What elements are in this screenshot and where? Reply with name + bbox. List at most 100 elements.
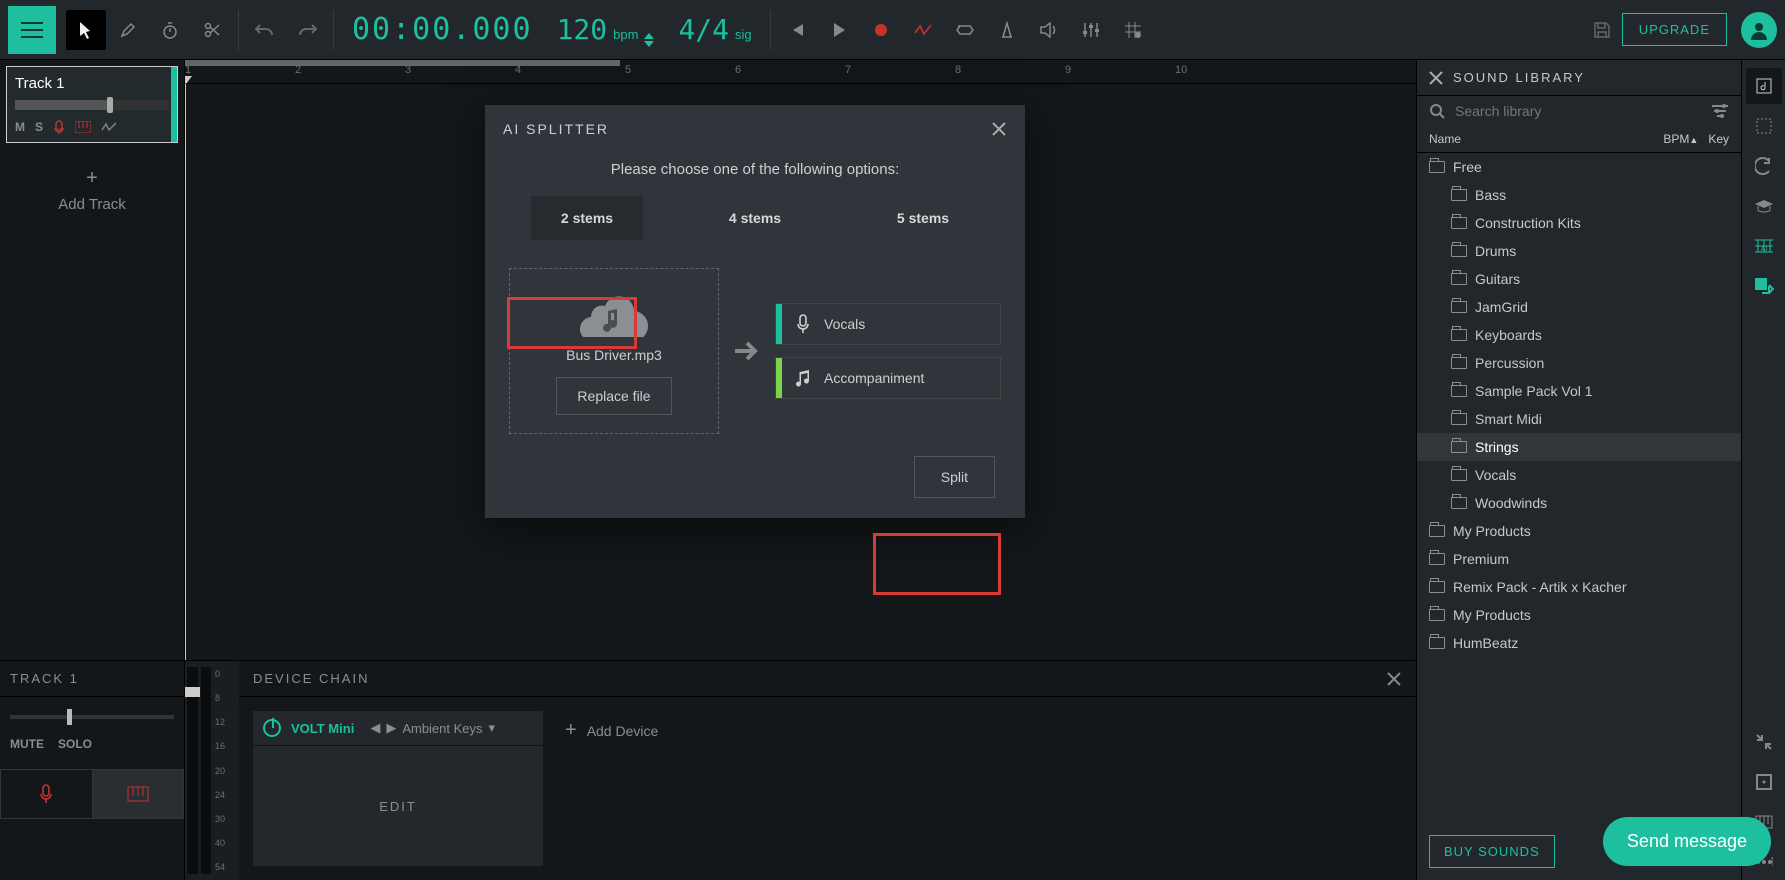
column-bpm[interactable]: BPM▲ (1663, 132, 1698, 146)
track-name[interactable]: Track 1 (15, 75, 169, 92)
dock-pan-slider[interactable] (10, 715, 174, 719)
library-item[interactable]: My Products (1417, 601, 1741, 629)
pencil-tool[interactable] (108, 10, 148, 50)
rail-ai-button[interactable]: AI (1746, 228, 1782, 264)
close-library-button[interactable] (1429, 71, 1443, 85)
preset-prev[interactable]: ◀ (370, 720, 380, 736)
loop-button[interactable] (945, 10, 985, 50)
library-search-input[interactable] (1453, 102, 1703, 120)
stems-4-tab[interactable]: 4 stems (699, 196, 811, 240)
library-item[interactable]: Free (1417, 153, 1741, 181)
modal-close-button[interactable] (991, 121, 1007, 137)
preset-name[interactable]: Ambient Keys (402, 721, 482, 736)
dock-solo-button[interactable]: SOLO (58, 737, 92, 751)
preset-next[interactable]: ▶ (386, 720, 396, 736)
user-avatar[interactable] (1741, 12, 1777, 48)
upgrade-button[interactable]: UPGRADE (1622, 13, 1727, 46)
library-item[interactable]: Drums (1417, 237, 1741, 265)
split-button[interactable]: Split (914, 456, 995, 498)
rewind-button[interactable] (777, 10, 817, 50)
save-button[interactable] (1582, 10, 1622, 50)
stems-5-tab[interactable]: 5 stems (867, 196, 979, 240)
undo-button[interactable] (245, 10, 285, 50)
menu-button[interactable] (8, 6, 56, 54)
stem-vocals-row[interactable]: Vocals (775, 303, 1001, 345)
loop-region[interactable] (185, 60, 620, 66)
device-card[interactable]: VOLT Mini ◀ ▶ Ambient Keys ▾ EDIT (253, 711, 543, 866)
close-chain-button[interactable] (1387, 672, 1401, 686)
library-item[interactable]: Vocals (1417, 461, 1741, 489)
stopwatch-tool[interactable] (150, 10, 190, 50)
track-card[interactable]: Track 1 M S (6, 66, 178, 143)
filter-button[interactable] (1711, 104, 1729, 118)
stems-2-tab[interactable]: 2 stems (531, 196, 643, 240)
add-device-button[interactable]: + Add Device (557, 711, 666, 750)
right-icon-rail: AI (1741, 60, 1785, 880)
countoff-button[interactable] (1029, 10, 1069, 50)
library-item[interactable]: Sample Pack Vol 1 (1417, 377, 1741, 405)
device-edit-button[interactable]: EDIT (253, 746, 543, 866)
column-name[interactable]: Name (1429, 132, 1663, 146)
dock-mute-button[interactable]: MUTE (10, 737, 44, 751)
library-item[interactable]: Percussion (1417, 349, 1741, 377)
grid-snap-icon (1124, 21, 1142, 39)
automation-button[interactable] (903, 10, 943, 50)
library-item-label: Smart Midi (1475, 411, 1542, 427)
top-toolbar: 00:00.000 120 bpm 4/4 sig UPGRADE (0, 0, 1785, 60)
library-tree[interactable]: FreeBassConstruction KitsDrumsGuitarsJam… (1417, 153, 1741, 823)
device-power-button[interactable] (263, 719, 281, 737)
mute-toggle[interactable]: M (15, 120, 25, 134)
timesig-display[interactable]: 4/4 sig (678, 13, 751, 46)
library-item[interactable]: Bass (1417, 181, 1741, 209)
stem-accompaniment-row[interactable]: Accompaniment (775, 357, 1001, 399)
snap-button[interactable] (1113, 10, 1153, 50)
rail-collapse-button[interactable] (1746, 724, 1782, 760)
preset-dropdown[interactable]: ▾ (489, 720, 496, 736)
library-item[interactable]: Smart Midi (1417, 405, 1741, 433)
library-item[interactable]: Strings (1417, 433, 1741, 461)
bpm-spinner[interactable] (644, 33, 654, 47)
file-dropzone[interactable]: Bus Driver.mp3 Replace file (509, 268, 719, 434)
buy-sounds-button[interactable]: BUY SOUNDS (1429, 835, 1555, 868)
library-item[interactable]: HumBeatz (1417, 629, 1741, 657)
mixer-button[interactable] (1071, 10, 1111, 50)
folder-icon (1451, 357, 1467, 369)
arm-record-icon[interactable] (53, 120, 65, 134)
rail-fullscreen-button[interactable] (1746, 764, 1782, 800)
play-button[interactable] (819, 10, 859, 50)
rail-import-button[interactable] (1746, 268, 1782, 304)
rail-learn-button[interactable] (1746, 188, 1782, 224)
library-item[interactable]: Guitars (1417, 265, 1741, 293)
bpm-display[interactable]: 120 bpm (557, 13, 655, 47)
cut-tool[interactable] (192, 10, 232, 50)
column-key[interactable]: Key (1708, 132, 1729, 146)
solo-toggle[interactable]: S (35, 120, 43, 134)
library-item[interactable]: Woodwinds (1417, 489, 1741, 517)
library-item[interactable]: Premium (1417, 545, 1741, 573)
metronome-button[interactable] (987, 10, 1027, 50)
rail-loops-button[interactable] (1746, 108, 1782, 144)
library-item[interactable]: Construction Kits (1417, 209, 1741, 237)
track-volume-slider[interactable] (15, 100, 169, 110)
rail-library-button[interactable] (1746, 68, 1782, 104)
record-button[interactable] (861, 10, 901, 50)
library-item[interactable]: Remix Pack - Artik x Kacher (1417, 573, 1741, 601)
dock-record-arm[interactable] (0, 769, 92, 819)
ruler-mark: 9 (1065, 64, 1071, 76)
library-item[interactable]: My Products (1417, 517, 1741, 545)
replace-file-button[interactable]: Replace file (556, 377, 671, 415)
library-item[interactable]: Keyboards (1417, 321, 1741, 349)
redo-button[interactable] (287, 10, 327, 50)
dock-keyboard-button[interactable] (92, 769, 185, 819)
add-track-button[interactable]: + Add Track (0, 149, 184, 231)
pointer-tool[interactable] (66, 10, 106, 50)
send-message-button[interactable]: Send message (1603, 817, 1771, 866)
keyboard-icon[interactable] (75, 121, 91, 133)
timeline-ruler[interactable]: 12345678910 (185, 60, 1416, 84)
automation-track-icon[interactable] (101, 122, 117, 132)
timesig-label: sig (735, 27, 752, 42)
time-display[interactable]: 00:00.000 (352, 12, 533, 47)
rail-undo-button[interactable] (1746, 148, 1782, 184)
library-item[interactable]: JamGrid (1417, 293, 1741, 321)
folder-icon (1429, 609, 1445, 621)
